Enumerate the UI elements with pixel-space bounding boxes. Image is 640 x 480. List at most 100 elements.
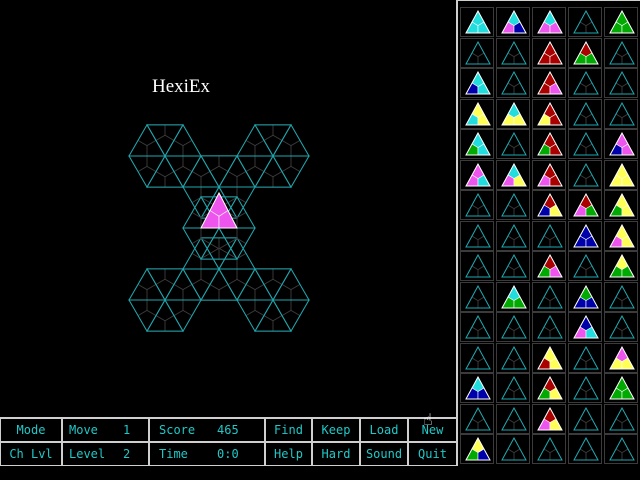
board-slot[interactable] — [272, 123, 310, 157]
palette-piece[interactable] — [532, 403, 566, 434]
palette-triangle[interactable] — [537, 406, 563, 430]
palette-piece[interactable] — [532, 129, 566, 159]
board-slot[interactable] — [128, 155, 166, 189]
palette-piece[interactable] — [604, 129, 638, 159]
palette-empty-slot[interactable] — [496, 220, 530, 251]
palette-triangle[interactable] — [465, 131, 491, 156]
board-slot[interactable] — [182, 236, 220, 270]
palette-triangle[interactable] — [501, 436, 527, 461]
board-slot[interactable] — [182, 154, 220, 188]
palette-triangle[interactable] — [465, 101, 491, 125]
palette-triangle[interactable] — [501, 375, 527, 400]
palette-empty-slot[interactable] — [568, 159, 602, 190]
palette-triangle[interactable] — [501, 101, 527, 125]
board-slot[interactable] — [272, 155, 310, 189]
palette-triangle[interactable] — [537, 436, 563, 461]
palette-piece[interactable] — [568, 312, 602, 342]
palette-triangle[interactable] — [465, 223, 491, 247]
change-level-button[interactable]: Ch Lvl — [0, 442, 62, 466]
palette-empty-slot[interactable] — [496, 251, 530, 281]
palette-triangle[interactable] — [537, 101, 563, 125]
palette-triangle[interactable] — [537, 192, 563, 217]
palette-empty-slot[interactable] — [568, 342, 602, 373]
palette-triangle[interactable] — [609, 253, 635, 278]
palette-empty-slot[interactable] — [460, 312, 494, 342]
board-slot[interactable] — [164, 267, 202, 301]
palette-empty-slot[interactable] — [460, 220, 494, 251]
board-slot[interactable] — [236, 299, 274, 333]
board-slot[interactable] — [182, 268, 220, 302]
palette-empty-slot[interactable] — [568, 403, 602, 434]
palette-empty-slot[interactable] — [604, 281, 638, 312]
palette-empty-slot[interactable] — [568, 68, 602, 98]
palette-triangle[interactable] — [609, 162, 635, 186]
palette-triangle[interactable] — [501, 345, 527, 369]
board-slot[interactable] — [218, 236, 256, 270]
palette-triangle[interactable] — [609, 40, 635, 64]
palette-triangle[interactable] — [609, 406, 635, 430]
board-slot[interactable] — [272, 299, 310, 333]
palette-empty-slot[interactable] — [532, 312, 566, 342]
palette-piece[interactable] — [568, 190, 602, 220]
palette-piece[interactable] — [460, 373, 494, 403]
board-slot[interactable] — [146, 268, 184, 301]
palette-triangle[interactable] — [573, 253, 599, 278]
board-slot[interactable] — [218, 268, 256, 302]
palette-triangle[interactable] — [609, 9, 635, 34]
palette-piece[interactable] — [604, 251, 638, 281]
palette-piece[interactable] — [604, 373, 638, 403]
palette-empty-slot[interactable] — [496, 434, 530, 464]
board-slot[interactable] — [218, 227, 256, 261]
palette-empty-slot[interactable] — [604, 434, 638, 464]
load-button[interactable]: Load — [360, 418, 408, 442]
board-slot[interactable] — [272, 267, 310, 301]
game-board[interactable] — [0, 0, 456, 416]
palette-triangle[interactable] — [465, 9, 491, 34]
palette-empty-slot[interactable] — [496, 312, 530, 342]
board-slot[interactable] — [146, 124, 184, 158]
palette-piece[interactable] — [532, 7, 566, 37]
palette-piece[interactable] — [532, 342, 566, 373]
palette-piece[interactable] — [460, 434, 494, 464]
palette-piece[interactable] — [460, 68, 494, 98]
quit-button[interactable]: Quit — [408, 442, 457, 466]
palette-triangle[interactable] — [573, 101, 599, 125]
palette-triangle[interactable] — [537, 375, 563, 400]
board-slot[interactable] — [218, 154, 256, 188]
palette-triangle[interactable] — [573, 131, 599, 156]
palette-empty-slot[interactable] — [460, 281, 494, 312]
board-slot[interactable] — [254, 299, 292, 332]
palette-triangle[interactable] — [465, 192, 491, 217]
palette-triangle[interactable] — [573, 162, 599, 186]
board-slot[interactable] — [200, 268, 238, 301]
palette-empty-slot[interactable] — [496, 37, 530, 68]
palette-empty-slot[interactable] — [496, 342, 530, 373]
palette-triangle[interactable] — [501, 253, 527, 278]
palette-triangle[interactable] — [465, 314, 491, 339]
placed-piece[interactable] — [200, 191, 238, 229]
palette-triangle[interactable] — [609, 223, 635, 247]
palette-piece[interactable] — [460, 98, 494, 129]
palette-empty-slot[interactable] — [604, 98, 638, 129]
palette-empty-slot[interactable] — [460, 403, 494, 434]
palette-empty-slot[interactable] — [532, 281, 566, 312]
board-slot[interactable] — [200, 155, 238, 188]
palette-triangle[interactable] — [609, 436, 635, 461]
palette-piece[interactable] — [496, 7, 530, 37]
board-slot[interactable] — [254, 155, 292, 188]
palette-empty-slot[interactable] — [460, 190, 494, 220]
palette-triangle[interactable] — [609, 314, 635, 339]
palette-piece[interactable] — [460, 129, 494, 159]
palette-triangle[interactable] — [501, 223, 527, 247]
board-slot[interactable] — [128, 299, 166, 333]
palette-empty-slot[interactable] — [568, 129, 602, 159]
palette-triangle[interactable] — [609, 192, 635, 217]
palette-triangle[interactable] — [573, 284, 599, 308]
palette-empty-slot[interactable] — [460, 251, 494, 281]
palette-triangle[interactable] — [609, 345, 635, 369]
help-button[interactable]: Help — [265, 442, 312, 466]
palette-triangle[interactable] — [537, 253, 563, 278]
board-slot[interactable] — [164, 299, 202, 333]
board-slot[interactable] — [128, 123, 166, 157]
palette-triangle[interactable] — [465, 70, 491, 95]
